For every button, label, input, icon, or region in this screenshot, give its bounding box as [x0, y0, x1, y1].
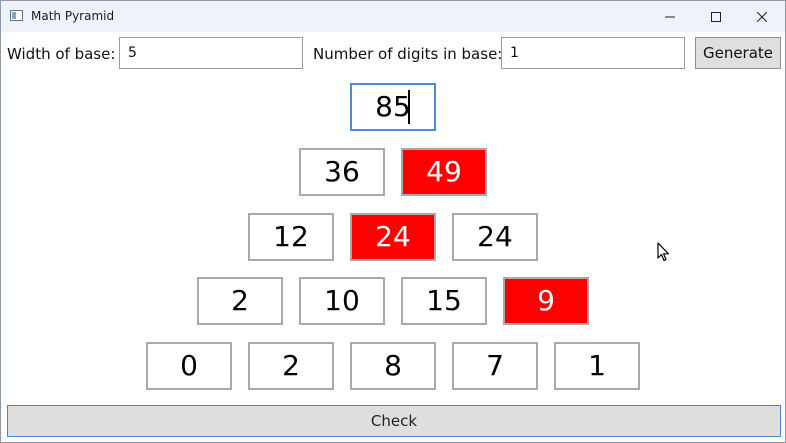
width-of-base-input[interactable]: 5: [119, 37, 303, 69]
title-bar[interactable]: Math Pyramid: [1, 1, 785, 32]
pyramid-cell[interactable]: 24: [452, 213, 538, 261]
close-button[interactable]: [739, 1, 785, 32]
number-of-digits-input[interactable]: 1: [501, 37, 685, 69]
minimize-button[interactable]: [647, 1, 693, 32]
generate-button[interactable]: Generate: [695, 37, 781, 69]
pyramid-cell[interactable]: 7: [452, 342, 538, 390]
pyramid-cell[interactable]: 36: [299, 148, 385, 196]
width-of-base-label: Width of base:: [7, 45, 116, 63]
pyramid-cell[interactable]: 9: [503, 277, 589, 325]
pyramid-cell[interactable]: 2: [248, 342, 334, 390]
pyramid-cell[interactable]: 1: [554, 342, 640, 390]
pyramid-cell[interactable]: 12: [248, 213, 334, 261]
close-icon: [757, 11, 767, 22]
maximize-button[interactable]: [693, 1, 739, 32]
pyramid-cell[interactable]: 85: [350, 83, 436, 131]
pyramid-cell[interactable]: 8: [350, 342, 436, 390]
text-caret: [408, 90, 410, 124]
app-window-icon: [10, 10, 23, 21]
minimize-icon: [665, 16, 675, 17]
number-of-digits-label: Number of digits in base:: [313, 45, 503, 63]
pyramid-cell[interactable]: 0: [146, 342, 232, 390]
pyramid-cell[interactable]: 2: [197, 277, 283, 325]
window-title: Math Pyramid: [31, 9, 115, 23]
mouse-cursor-icon: [657, 242, 670, 262]
check-button[interactable]: Check: [7, 405, 781, 437]
pyramid-cell[interactable]: 24: [350, 213, 436, 261]
maximize-icon: [711, 11, 721, 22]
pyramid-cell[interactable]: 10: [299, 277, 385, 325]
app-window: Math Pyramid Width of base: 5 Number of …: [0, 0, 786, 443]
pyramid-cell[interactable]: 15: [401, 277, 487, 325]
pyramid-cell[interactable]: 49: [401, 148, 487, 196]
